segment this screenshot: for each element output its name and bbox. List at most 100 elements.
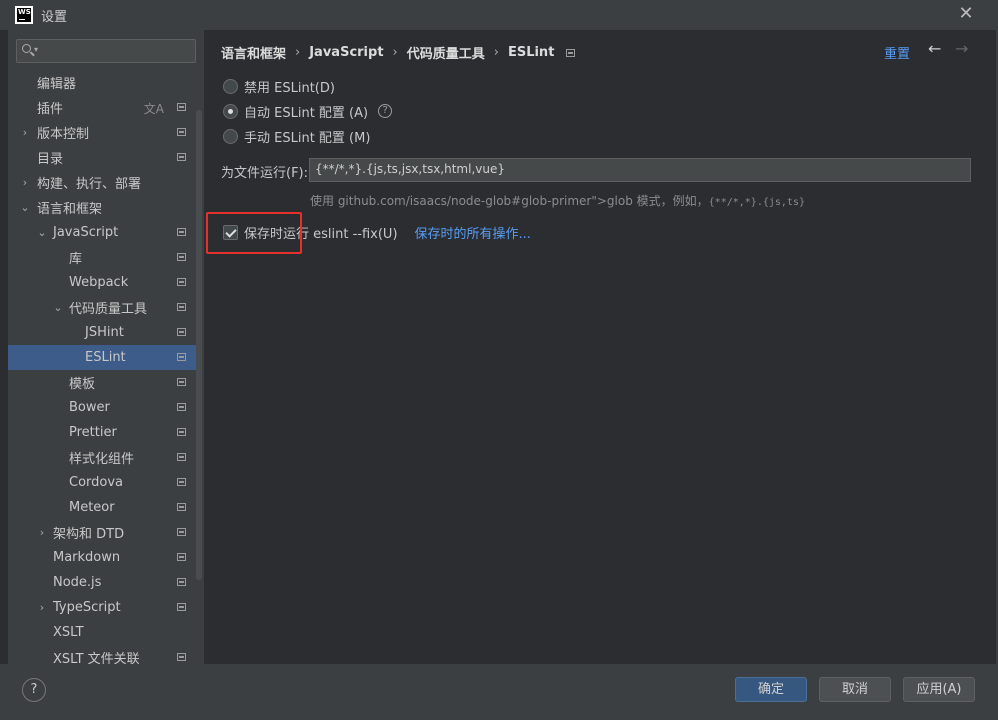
breadcrumb-item[interactable]: JavaScript xyxy=(309,45,383,60)
project-scope-icon xyxy=(566,48,576,57)
sidebar-item-jshint[interactable]: JSHint xyxy=(8,320,196,345)
radio-auto-eslint[interactable]: 自动 ESLint 配置 (A) ? xyxy=(223,101,393,121)
sidebar-item-label: 语言和框架 xyxy=(37,202,103,217)
chevron-right-icon: › xyxy=(493,45,499,60)
sidebar-item-webpack[interactable]: Webpack xyxy=(8,270,196,295)
sidebar-item-label: Meteor xyxy=(69,500,115,515)
sidebar-item-label: 样式化组件 xyxy=(69,452,135,467)
close-icon[interactable]: ✕ xyxy=(956,4,976,24)
cancel-button[interactable]: 取消 xyxy=(819,677,891,702)
project-scope-icon xyxy=(177,403,186,411)
sidebar-item-cordova[interactable]: Cordova xyxy=(8,470,196,495)
sidebar-item-label: Prettier xyxy=(69,425,117,440)
project-scope-icon xyxy=(177,253,186,261)
search-icon xyxy=(22,44,31,53)
sidebar-item-build[interactable]: › 构建、执行、部署 xyxy=(8,170,196,195)
help-button[interactable]: ? xyxy=(22,678,46,702)
radio-manual-eslint[interactable]: 手动 ESLint 配置 (M) xyxy=(223,126,370,146)
project-scope-icon xyxy=(177,453,186,461)
sidebar-item-label: 目录 xyxy=(37,152,64,167)
project-scope-icon xyxy=(177,128,186,136)
project-scope-icon xyxy=(177,428,186,436)
sidebar-item-label: JavaScript xyxy=(53,225,119,240)
chevron-right-icon: › xyxy=(392,45,398,60)
chevron-right-icon[interactable]: › xyxy=(20,176,30,189)
ok-button[interactable]: 确定 xyxy=(735,677,807,702)
radio-label: 禁用 ESLint(D) xyxy=(244,80,335,96)
sidebar-item-code-quality[interactable]: ⌄ 代码质量工具 xyxy=(8,295,196,320)
chevron-down-icon[interactable]: ⌄ xyxy=(53,301,63,314)
sidebar-item-label: JSHint xyxy=(85,325,124,340)
sidebar-item-markdown[interactable]: Markdown xyxy=(8,545,196,570)
title-bar: WS 设置 ✕ xyxy=(0,0,998,30)
sidebar-item-label: Node.js xyxy=(53,575,102,590)
project-scope-icon xyxy=(177,603,186,611)
forward-arrow-icon[interactable]: → xyxy=(955,39,968,58)
save-actions-link[interactable]: 保存时的所有操作... xyxy=(415,223,531,242)
reset-link[interactable]: 重置 xyxy=(884,43,910,62)
run-for-files-label: 为文件运行(F): xyxy=(221,166,309,181)
project-scope-icon xyxy=(177,103,186,111)
run-for-files-input[interactable]: {**/*,*}.{js,ts,jsx,tsx,html,vue} xyxy=(309,158,971,182)
sidebar-item-templates[interactable]: 模板 xyxy=(8,370,196,395)
breadcrumb: 语言和框架 › JavaScript › 代码质量工具 › ESLint xyxy=(221,43,576,62)
sidebar-item-javascript[interactable]: ⌄ JavaScript xyxy=(8,220,196,245)
sidebar-item-styled-components[interactable]: 样式化组件 xyxy=(8,445,196,470)
project-scope-icon xyxy=(177,378,186,386)
apply-button[interactable]: 应用(A) xyxy=(903,677,975,702)
radio-button[interactable] xyxy=(223,103,238,119)
breadcrumb-item[interactable]: 代码质量工具 xyxy=(407,43,485,62)
sidebar-item-editor[interactable]: 编辑器 xyxy=(8,70,196,95)
chevron-right-icon[interactable]: › xyxy=(20,126,30,139)
project-scope-icon xyxy=(177,528,186,536)
sidebar-item-prettier[interactable]: Prettier xyxy=(8,420,196,445)
glob-hint-text: 使用 github.com/isaacs/node-glob#glob-prim… xyxy=(310,194,709,208)
search-input[interactable]: ▾ xyxy=(16,39,196,63)
search-dropdown-icon[interactable]: ▾ xyxy=(34,45,38,54)
sidebar-item-label: 代码质量工具 xyxy=(69,302,148,317)
sidebar-item-eslint[interactable]: ESLint xyxy=(8,345,196,370)
sidebar-item-vcs[interactable]: › 版本控制 xyxy=(8,120,196,145)
sidebar-item-languages[interactable]: ⌄ 语言和框架 xyxy=(8,195,196,220)
chevron-down-icon[interactable]: ⌄ xyxy=(37,226,47,239)
breadcrumb-item[interactable]: 语言和框架 xyxy=(221,43,286,62)
sidebar-item-bower[interactable]: Bower xyxy=(8,395,196,420)
sidebar-item-label: Cordova xyxy=(69,475,124,490)
radio-button[interactable] xyxy=(223,78,238,94)
project-scope-icon xyxy=(177,553,186,561)
sidebar-item-label: 构建、执行、部署 xyxy=(37,177,142,192)
sidebar-item-xslt[interactable]: XSLT xyxy=(8,620,196,645)
project-scope-icon xyxy=(177,328,186,336)
radio-button[interactable] xyxy=(223,128,238,144)
sidebar-item-label: 版本控制 xyxy=(37,127,90,142)
sidebar-item-label: 库 xyxy=(69,252,83,267)
chevron-down-icon[interactable]: ⌄ xyxy=(20,201,30,214)
project-scope-icon xyxy=(177,503,186,511)
sidebar-scrollbar[interactable] xyxy=(196,110,202,580)
sidebar-item-label: 模板 xyxy=(69,377,96,392)
chevron-right-icon[interactable]: › xyxy=(37,601,47,614)
sidebar-item-plugins[interactable]: 插件 文A xyxy=(8,95,196,120)
back-arrow-icon[interactable]: ← xyxy=(928,39,941,58)
sidebar-item-meteor[interactable]: Meteor xyxy=(8,495,196,520)
project-scope-icon xyxy=(177,353,186,361)
radio-disable-eslint[interactable]: 禁用 ESLint(D) xyxy=(223,76,335,96)
project-scope-icon xyxy=(177,653,186,661)
glob-hint: 使用 github.com/isaacs/node-glob#glob-prim… xyxy=(310,192,805,209)
sidebar-item-label: Markdown xyxy=(53,550,121,565)
sidebar-item-label: TypeScript xyxy=(53,600,121,615)
settings-content: 语言和框架 › JavaScript › 代码质量工具 › ESLint 重置 … xyxy=(205,30,998,664)
chevron-right-icon: › xyxy=(295,45,301,60)
sidebar-item-label: ESLint xyxy=(85,350,126,365)
sidebar-item-directories[interactable]: 目录 xyxy=(8,145,196,170)
chevron-right-icon[interactable]: › xyxy=(37,526,47,539)
sidebar-item-schemas-dtd[interactable]: › 架构和 DTD xyxy=(8,520,196,545)
sidebar-item-label: 编辑器 xyxy=(37,77,77,92)
project-scope-icon xyxy=(177,228,186,236)
sidebar-item-nodejs[interactable]: Node.js xyxy=(8,570,196,595)
settings-sidebar: ▾ 编辑器 插件 文A › 版本控制 目录 › 构建、执行、部署 ⌄ 语言和框架 ⌄ Ja… xyxy=(8,30,204,664)
sidebar-item-libraries[interactable]: 库 xyxy=(8,245,196,270)
help-icon[interactable]: ? xyxy=(378,104,393,118)
sidebar-item-typescript[interactable]: › TypeScript xyxy=(8,595,196,620)
sidebar-item-xslt-associations[interactable]: XSLT 文件关联 xyxy=(8,645,196,664)
